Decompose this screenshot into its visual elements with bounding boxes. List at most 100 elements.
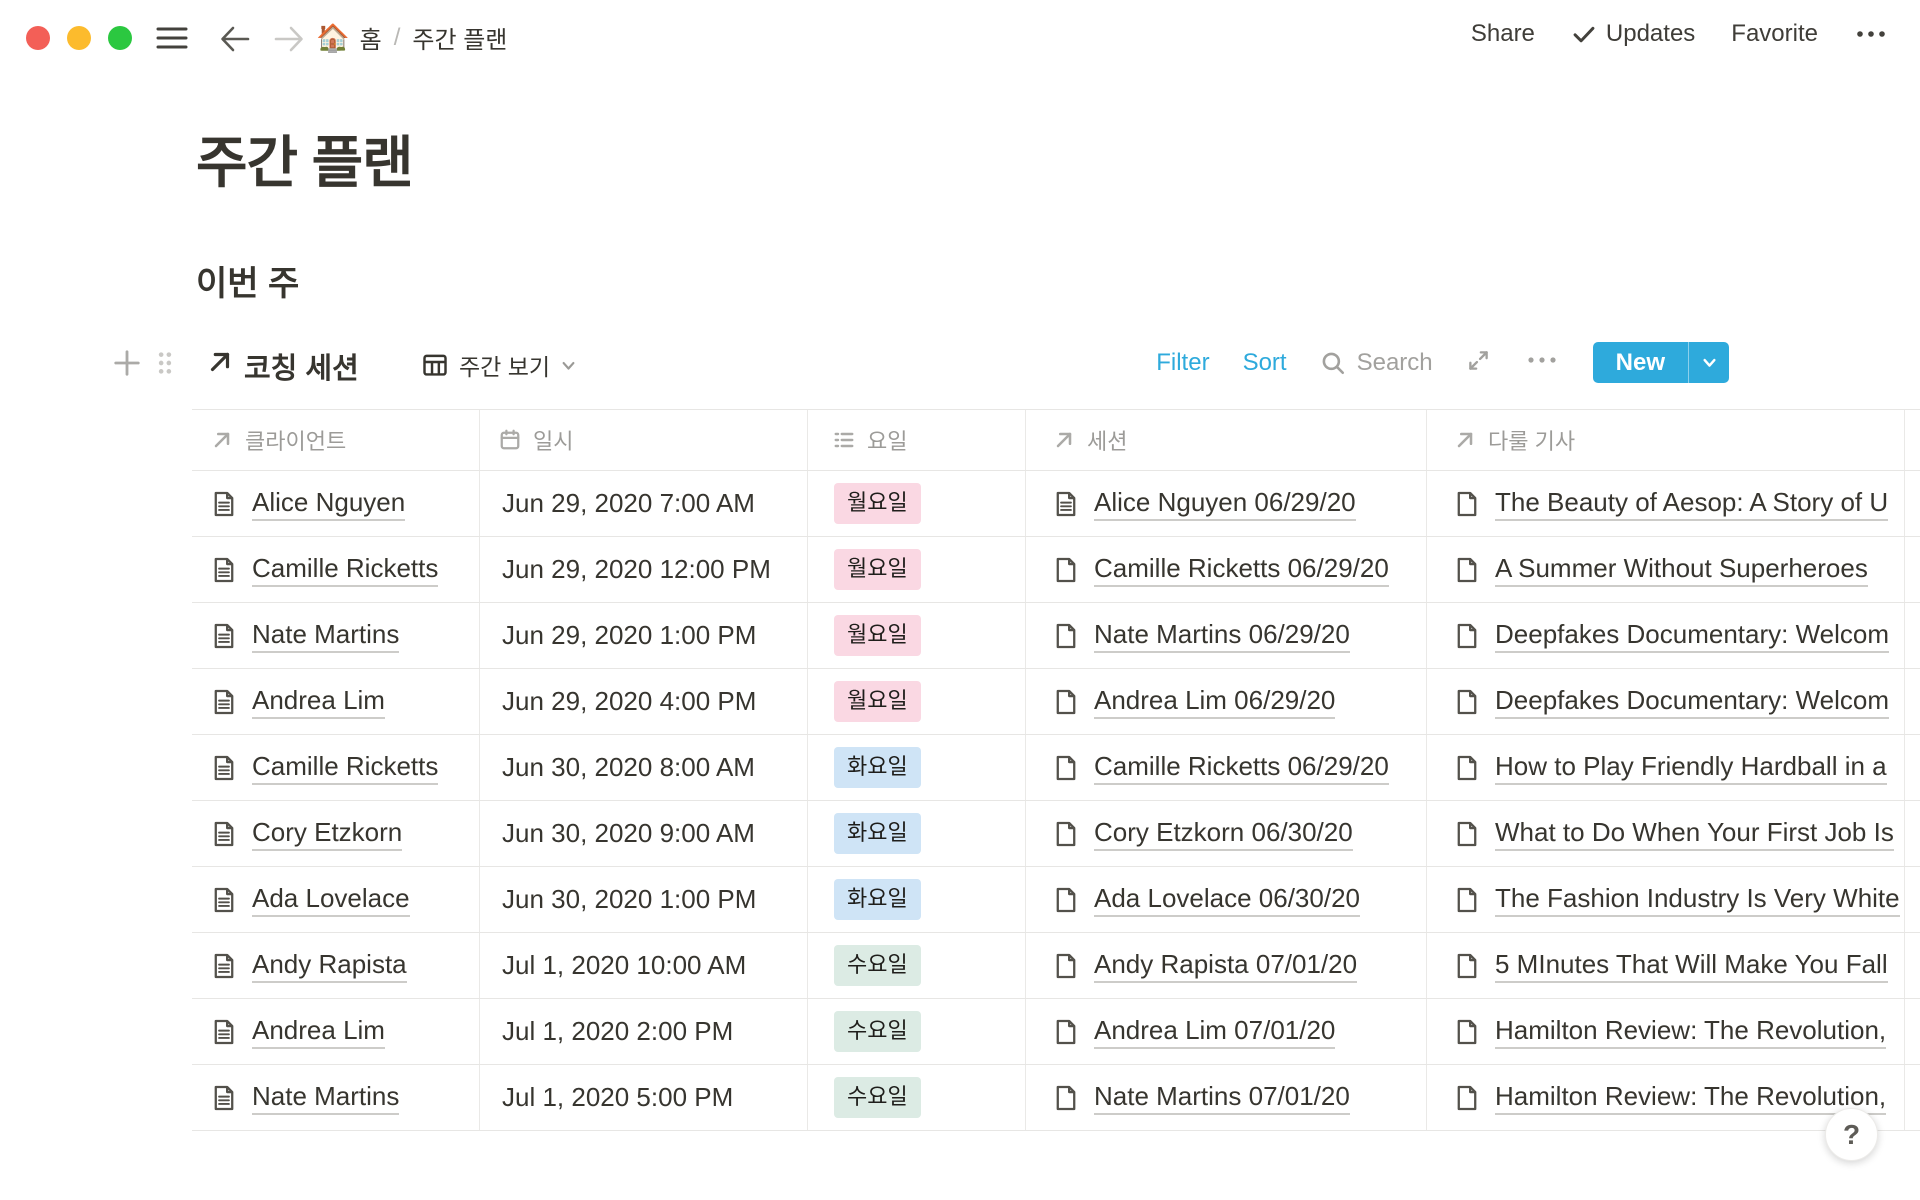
column-header-articles[interactable]: 다룰 기사 bbox=[1427, 410, 1905, 470]
day-cell[interactable]: 월요일 bbox=[808, 603, 1026, 668]
table-row[interactable]: Camille Ricketts Jun 29, 2020 12:00 PM 월… bbox=[192, 537, 1920, 603]
session-link[interactable]: Andy Rapista 07/01/20 bbox=[1094, 949, 1357, 983]
day-chip[interactable]: 월요일 bbox=[834, 681, 921, 722]
client-cell[interactable]: Nate Martins bbox=[192, 603, 480, 668]
table-row[interactable]: Camille Ricketts Jun 30, 2020 8:00 AM 화요… bbox=[192, 735, 1920, 801]
client-cell[interactable]: Nate Martins bbox=[192, 1065, 480, 1130]
day-chip[interactable]: 월요일 bbox=[834, 483, 921, 524]
day-cell[interactable]: 월요일 bbox=[808, 471, 1026, 536]
session-link[interactable]: Camille Ricketts 06/29/20 bbox=[1094, 751, 1389, 785]
article-link[interactable]: The Beauty of Aesop: A Story of U bbox=[1495, 487, 1888, 521]
client-cell[interactable]: Ada Lovelace bbox=[192, 867, 480, 932]
article-link[interactable]: Deepfakes Documentary: Welcom bbox=[1495, 685, 1889, 719]
article-link[interactable]: The Fashion Industry Is Very White bbox=[1495, 883, 1900, 917]
article-link[interactable]: Hamilton Review: The Revolution, bbox=[1495, 1081, 1886, 1115]
collection-title[interactable]: 코칭 세션 bbox=[244, 345, 359, 387]
more-options-icon[interactable] bbox=[1854, 21, 1888, 47]
drag-handle-icon[interactable] bbox=[156, 349, 174, 382]
table-row[interactable]: Nate Martins Jul 1, 2020 5:00 PM 수요일 bbox=[192, 1065, 1920, 1131]
view-switcher[interactable]: 주간 보기 bbox=[421, 348, 577, 382]
article-cell[interactable]: A Summer Without Superheroes bbox=[1427, 537, 1905, 602]
client-cell[interactable]: Andrea Lim bbox=[192, 669, 480, 734]
day-cell[interactable]: 수요일 bbox=[808, 933, 1026, 998]
session-link[interactable]: Ada Lovelace 06/30/20 bbox=[1094, 883, 1360, 917]
session-cell[interactable]: Cory Etzkorn 06/30/20 bbox=[1026, 801, 1427, 866]
updates-button[interactable]: Updates bbox=[1571, 20, 1695, 48]
client-link[interactable]: Cory Etzkorn bbox=[252, 817, 402, 851]
session-cell[interactable]: Andrea Lim 07/01/20 bbox=[1026, 999, 1427, 1064]
sort-button[interactable]: Sort bbox=[1243, 349, 1287, 377]
day-chip[interactable]: 화요일 bbox=[834, 879, 921, 920]
session-cell[interactable]: Camille Ricketts 06/29/20 bbox=[1026, 537, 1427, 602]
client-cell[interactable]: Camille Ricketts bbox=[192, 537, 480, 602]
day-cell[interactable]: 화요일 bbox=[808, 735, 1026, 800]
minimize-window-button[interactable] bbox=[67, 26, 91, 50]
column-header-session[interactable]: 세션 bbox=[1026, 410, 1427, 470]
day-chip[interactable]: 수요일 bbox=[834, 945, 921, 986]
article-cell[interactable]: How to Play Friendly Hardball in a bbox=[1427, 735, 1905, 800]
section-heading[interactable]: 이번 주 bbox=[196, 256, 299, 305]
session-link[interactable]: Alice Nguyen 06/29/20 bbox=[1094, 487, 1356, 521]
new-button-dropdown[interactable] bbox=[1688, 342, 1729, 383]
article-cell[interactable]: The Fashion Industry Is Very White bbox=[1427, 867, 1905, 932]
table-row[interactable]: Nate Martins Jun 29, 2020 1:00 PM 월요일 bbox=[192, 603, 1920, 669]
article-link[interactable]: Hamilton Review: The Revolution, bbox=[1495, 1015, 1886, 1049]
datetime-cell[interactable]: Jun 29, 2020 12:00 PM bbox=[480, 537, 808, 602]
session-link[interactable]: Cory Etzkorn 06/30/20 bbox=[1094, 817, 1353, 851]
add-block-icon[interactable] bbox=[112, 348, 142, 383]
table-row[interactable]: Andy Rapista Jul 1, 2020 10:00 AM 수요일 bbox=[192, 933, 1920, 999]
zoom-window-button[interactable] bbox=[108, 26, 132, 50]
article-link[interactable]: Deepfakes Documentary: Welcom bbox=[1495, 619, 1889, 653]
help-button[interactable]: ? bbox=[1825, 1108, 1878, 1161]
session-cell[interactable]: Nate Martins 06/29/20 bbox=[1026, 603, 1427, 668]
session-link[interactable]: Nate Martins 06/29/20 bbox=[1094, 619, 1350, 653]
table-row[interactable]: Ada Lovelace Jun 30, 2020 1:00 PM 화요일 bbox=[192, 867, 1920, 933]
filter-button[interactable]: Filter bbox=[1156, 349, 1209, 377]
table-row[interactable]: Cory Etzkorn Jun 30, 2020 9:00 AM 화요일 bbox=[192, 801, 1920, 867]
client-link[interactable]: Nate Martins bbox=[252, 619, 399, 653]
database-more-options-icon[interactable] bbox=[1524, 348, 1560, 377]
column-header-day[interactable]: 요일 bbox=[808, 410, 1026, 470]
article-cell[interactable]: Deepfakes Documentary: Welcom bbox=[1427, 669, 1905, 734]
client-link[interactable]: Camille Ricketts bbox=[252, 751, 438, 785]
article-cell[interactable]: The Beauty of Aesop: A Story of U bbox=[1427, 471, 1905, 536]
back-icon[interactable] bbox=[218, 22, 252, 56]
client-cell[interactable]: Camille Ricketts bbox=[192, 735, 480, 800]
favorite-button[interactable]: Favorite bbox=[1731, 20, 1818, 48]
session-cell[interactable]: Andy Rapista 07/01/20 bbox=[1026, 933, 1427, 998]
datetime-cell[interactable]: Jun 30, 2020 9:00 AM bbox=[480, 801, 808, 866]
new-button-label[interactable]: New bbox=[1593, 342, 1688, 383]
client-cell[interactable]: Alice Nguyen bbox=[192, 471, 480, 536]
datetime-cell[interactable]: Jul 1, 2020 10:00 AM bbox=[480, 933, 808, 998]
session-cell[interactable]: Nate Martins 07/01/20 bbox=[1026, 1065, 1427, 1130]
client-link[interactable]: Andrea Lim bbox=[252, 685, 385, 719]
day-chip[interactable]: 월요일 bbox=[834, 615, 921, 656]
forward-icon[interactable] bbox=[272, 22, 306, 56]
article-link[interactable]: 5 MInutes That Will Make You Fall bbox=[1495, 949, 1888, 983]
client-link[interactable]: Ada Lovelace bbox=[252, 883, 410, 917]
article-cell[interactable]: Hamilton Review: The Revolution, bbox=[1427, 999, 1905, 1064]
client-link[interactable]: Alice Nguyen bbox=[252, 487, 405, 521]
datetime-cell[interactable]: Jun 30, 2020 8:00 AM bbox=[480, 735, 808, 800]
datetime-cell[interactable]: Jul 1, 2020 5:00 PM bbox=[480, 1065, 808, 1130]
day-cell[interactable]: 월요일 bbox=[808, 537, 1026, 602]
day-chip[interactable]: 화요일 bbox=[834, 813, 921, 854]
datetime-cell[interactable]: Jul 1, 2020 2:00 PM bbox=[480, 999, 808, 1064]
datetime-cell[interactable]: Jun 29, 2020 1:00 PM bbox=[480, 603, 808, 668]
column-header-client[interactable]: 클라이언트 bbox=[192, 410, 480, 470]
article-link[interactable]: How to Play Friendly Hardball in a bbox=[1495, 751, 1887, 785]
table-row[interactable]: Andrea Lim Jul 1, 2020 2:00 PM 수요일 An bbox=[192, 999, 1920, 1065]
page-title[interactable]: 주간 플랜 bbox=[196, 118, 413, 199]
session-link[interactable]: Nate Martins 07/01/20 bbox=[1094, 1081, 1350, 1115]
day-chip[interactable]: 화요일 bbox=[834, 747, 921, 788]
session-cell[interactable]: Camille Ricketts 06/29/20 bbox=[1026, 735, 1427, 800]
day-cell[interactable]: 수요일 bbox=[808, 1065, 1026, 1130]
day-chip[interactable]: 수요일 bbox=[834, 1011, 921, 1052]
session-cell[interactable]: Alice Nguyen 06/29/20 bbox=[1026, 471, 1427, 536]
share-button[interactable]: Share bbox=[1471, 20, 1535, 48]
client-cell[interactable]: Andy Rapista bbox=[192, 933, 480, 998]
client-link[interactable]: Camille Ricketts bbox=[252, 553, 438, 587]
session-cell[interactable]: Ada Lovelace 06/30/20 bbox=[1026, 867, 1427, 932]
client-cell[interactable]: Andrea Lim bbox=[192, 999, 480, 1064]
session-link[interactable]: Andrea Lim 06/29/20 bbox=[1094, 685, 1335, 719]
